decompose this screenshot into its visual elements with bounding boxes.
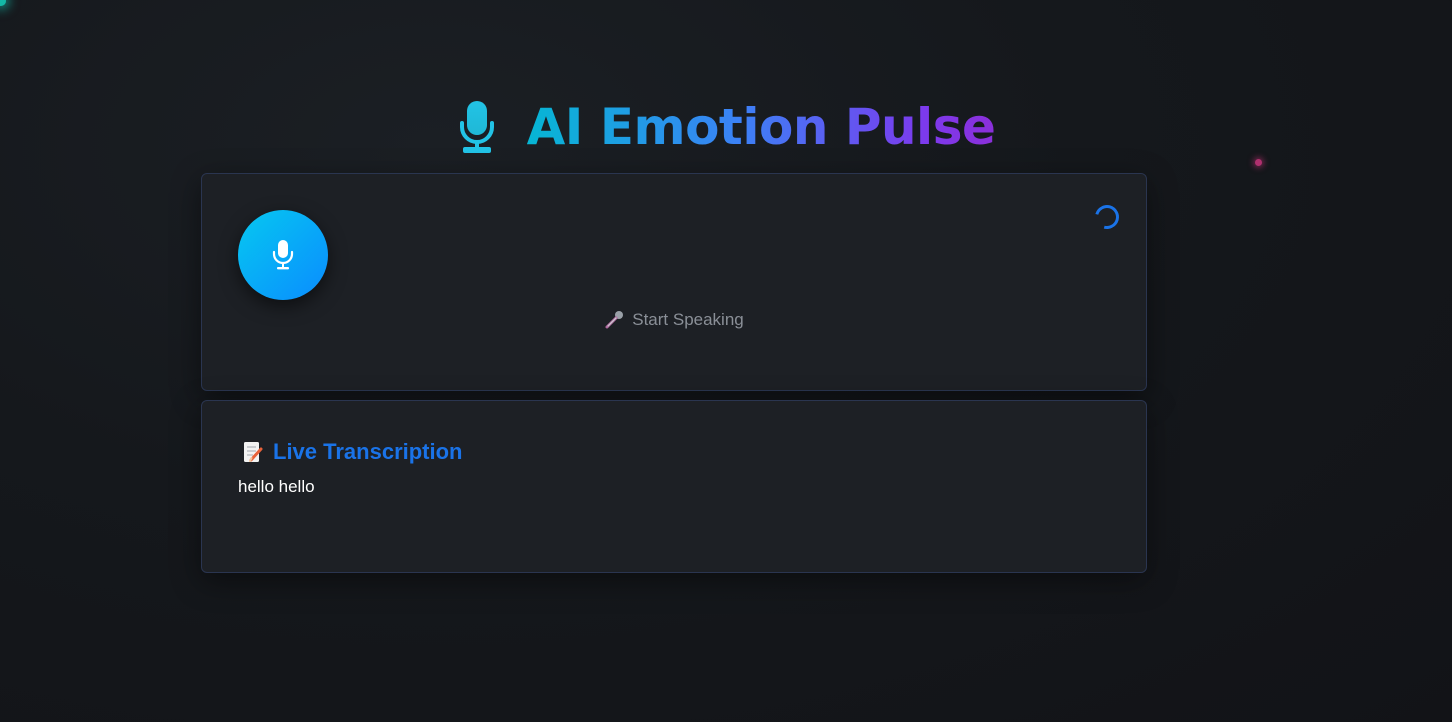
memo-icon (244, 442, 263, 462)
loading-spinner-icon (1090, 200, 1124, 234)
recorder-panel: Start Speaking (201, 173, 1147, 391)
transcription-header: Live Transcription (243, 439, 463, 465)
recording-status: Start Speaking (202, 310, 1146, 330)
transcription-text: hello hello (238, 477, 315, 496)
microphone-icon (272, 240, 294, 270)
status-text: Start Speaking (632, 310, 744, 329)
record-button[interactable] (238, 210, 328, 300)
microphone-icon (459, 101, 494, 153)
microphone-icon (605, 311, 624, 329)
transcription-title: Live Transcription (273, 439, 463, 464)
app-header: AI Emotion Pulse (0, 92, 1452, 162)
page-title: AI Emotion Pulse (527, 92, 996, 162)
background-glow-dot (0, 0, 6, 6)
transcription-panel: Live Transcription hello hello (201, 400, 1147, 573)
